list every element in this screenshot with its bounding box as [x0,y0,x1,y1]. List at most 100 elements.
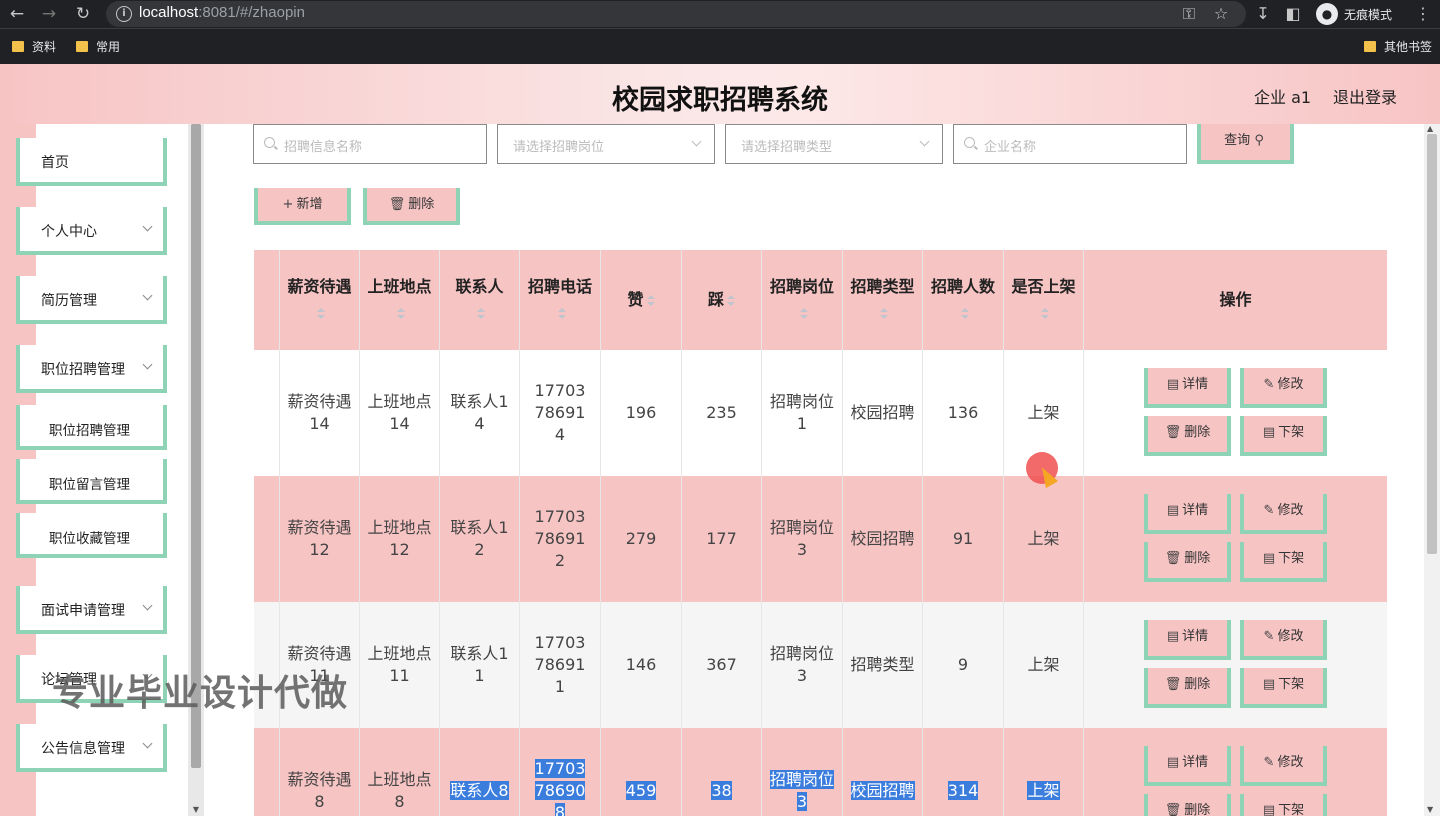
offshelf-button[interactable]: ▤ 下架 [1240,794,1327,816]
sort-icon[interactable] [727,294,735,307]
document-icon: ▤ [1166,503,1180,518]
sidebar-subitem-job-favorites[interactable]: 职位收藏管理 [16,513,167,558]
sidebar-item-profile[interactable]: 个人中心 [16,207,167,255]
cell-position: 招聘岗位3 [762,602,843,728]
cell-likes: 459 [601,728,682,816]
main-scrollbar[interactable]: ▲ ▼ [1424,124,1440,816]
offshelf-button[interactable]: ▤ 下架 [1240,416,1327,456]
cell-salary: 薪资待遇14 [280,350,360,476]
incognito-icon[interactable]: ● [1316,3,1338,25]
logout-link[interactable]: 退出登录 [1333,84,1397,108]
type-select[interactable]: 请选择招聘类型 [725,124,943,164]
table-row: 薪资待遇11 上班地点11 联系人11 17703786911 146 367 … [254,602,1387,728]
forward-icon[interactable]: → [38,3,60,25]
offshelf-button[interactable]: ▤ 下架 [1240,668,1327,708]
sort-icon[interactable] [960,307,969,320]
header-type[interactable]: 招聘类型 [843,250,923,350]
star-icon[interactable]: ☆ [1210,3,1232,25]
header-likes[interactable]: 赞 [601,250,682,350]
delete-button[interactable]: 🗑 删除 [1144,542,1231,582]
menu-dots-icon[interactable]: ⋮ [1412,3,1434,25]
sort-icon[interactable] [557,307,566,320]
sort-icon[interactable] [1041,307,1049,320]
cell-status: 上架 [1004,602,1084,728]
trash-icon: 🗑 [1164,425,1182,440]
header-position[interactable]: 招聘岗位 [762,250,843,350]
sort-icon[interactable] [397,307,405,320]
back-icon[interactable]: ← [6,3,28,25]
address-bar[interactable]: i localhost:8081/#/zhaopin [106,1,1246,27]
cell-dislikes: 235 [682,350,762,476]
add-button[interactable]: + 新增 [254,188,351,225]
job-name-input[interactable]: 招聘信息名称 [253,124,487,164]
scroll-up-icon[interactable]: ▲ [1427,124,1433,133]
cell-salary: 薪资待遇8 [280,728,360,816]
sort-icon[interactable] [646,294,655,307]
bookmark-folder[interactable]: 资料 [12,38,56,56]
cell-contact: 联系人12 [440,476,520,602]
cell-location: 上班地点8 [360,728,440,816]
header-location[interactable]: 上班地点 [360,250,440,350]
header-contact[interactable]: 联系人 [440,250,520,350]
download-icon[interactable]: ↧ [1252,3,1274,25]
sort-icon[interactable] [317,307,325,320]
offshelf-button[interactable]: ▤ 下架 [1240,542,1327,582]
document-icon: ▤ [1166,377,1180,392]
detail-button[interactable]: ▤ 详情 [1144,746,1231,786]
query-button[interactable]: 查询 ⚲ [1197,124,1294,164]
delete-button[interactable]: 🗑 删除 [1144,794,1231,816]
position-select[interactable]: 请选择招聘岗位 [497,124,715,164]
sidepanel-icon[interactable]: ◧ [1282,3,1304,25]
row-checkbox-cell[interactable] [254,350,280,476]
cell-count: 9 [923,602,1004,728]
edit-button[interactable]: ✎ 修改 [1240,746,1327,786]
key-icon[interactable]: ⚿ [1178,3,1200,25]
cell-dislikes: 177 [682,476,762,602]
sort-icon[interactable] [477,307,485,320]
scroll-down-icon[interactable]: ▼ [1427,805,1433,814]
sidebar-item-interview[interactable]: 面试申请管理 [16,586,167,634]
sidebar-item-home[interactable]: 首页 [16,138,167,186]
header-salary[interactable]: 薪资待遇 [280,250,360,350]
header-actions: 操作 [1219,290,1252,309]
header-dislikes[interactable]: 踩 [682,250,762,350]
delete-button[interactable]: 🗑 删除 [1144,668,1231,708]
trash-icon: 🗑 [388,197,406,212]
other-bookmarks[interactable]: 其他书签 [1364,38,1432,56]
sidebar-subitem-job-comments[interactable]: 职位留言管理 [16,459,167,504]
detail-button[interactable]: ▤ 详情 [1144,368,1231,408]
folder-icon [12,41,24,52]
cell-count: 314 [923,728,1004,816]
edit-button[interactable]: ✎ 修改 [1240,620,1327,660]
detail-button[interactable]: ▤ 详情 [1144,494,1231,534]
scroll-down-icon[interactable]: ▼ [191,805,201,814]
main-scroll-thumb[interactable] [1427,134,1437,554]
table-row: 薪资待遇12 上班地点12 联系人12 17703786912 279 177 … [254,476,1387,602]
cell-type: 校园招聘 [843,728,923,816]
info-icon[interactable]: i [116,6,132,22]
cell-likes: 146 [601,602,682,728]
folder-icon [1364,41,1376,52]
sort-icon[interactable] [799,307,808,320]
header-count[interactable]: 招聘人数 [923,250,1004,350]
delete-button[interactable]: 🗑 删除 [1144,416,1231,456]
sort-icon[interactable] [880,307,888,320]
company-name-input[interactable]: 企业名称 [953,124,1187,164]
sidebar-item-notice[interactable]: 公告信息管理 [16,724,167,772]
sidebar-item-resume[interactable]: 简历管理 [16,276,167,324]
watermark: 专业毕业设计代做 [52,673,349,714]
row-checkbox-cell[interactable] [254,728,280,816]
batch-delete-button[interactable]: 🗑 删除 [363,188,460,225]
row-checkbox-cell[interactable] [254,476,280,602]
reload-icon[interactable]: ↻ [72,3,94,25]
sidebar-item-jobs[interactable]: 职位招聘管理 [16,345,167,393]
edit-button[interactable]: ✎ 修改 [1240,368,1327,408]
bookmark-folder[interactable]: 常用 [76,38,120,56]
detail-button[interactable]: ▤ 详情 [1144,620,1231,660]
header-phone[interactable]: 招聘电话 [520,250,601,350]
select-all-cell[interactable] [254,250,280,350]
header-status[interactable]: 是否上架 [1004,250,1084,350]
sidebar-subitem-job-manage[interactable]: 职位招聘管理 [16,405,167,450]
current-user: 企业 a1 [1254,88,1312,107]
edit-button[interactable]: ✎ 修改 [1240,494,1327,534]
